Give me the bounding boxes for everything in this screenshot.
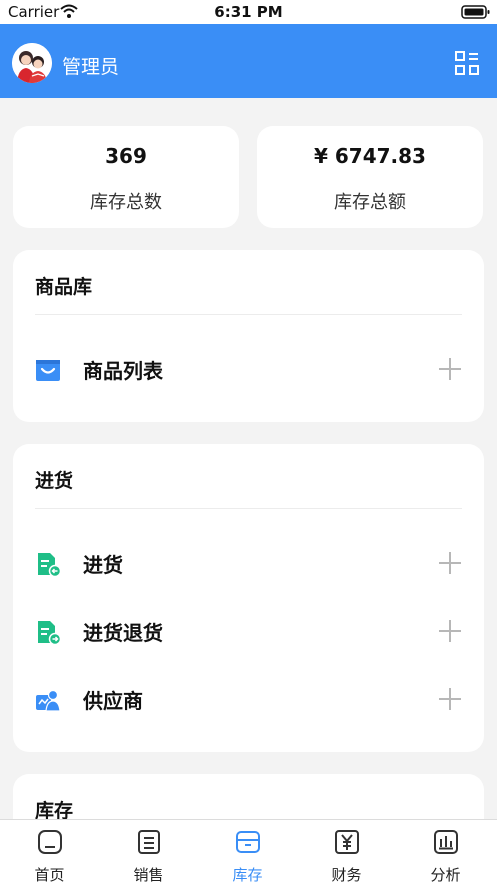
- inventory-box-icon: [236, 831, 260, 853]
- row-label: 进货退货: [83, 621, 163, 645]
- row-label: 供应商: [83, 689, 143, 713]
- tab-label: 销售: [133, 866, 164, 883]
- tab-finance[interactable]: 财务: [297, 820, 396, 883]
- plus-icon[interactable]: [438, 357, 462, 381]
- tab-label: 财务: [331, 866, 362, 883]
- divider: [35, 314, 462, 315]
- tab-label: 分析: [430, 866, 461, 883]
- avatar-image: [12, 43, 52, 83]
- app-header: 管理员: [0, 24, 497, 98]
- section-title: 进货: [35, 470, 74, 492]
- row-goods-list[interactable]: 商品列表: [13, 341, 484, 397]
- status-time: 6:31 PM: [214, 3, 283, 21]
- purchase-return-doc-icon: [38, 621, 61, 645]
- home-icon: [38, 830, 62, 854]
- stat-value: 369: [105, 144, 147, 168]
- row-label: 进货: [83, 553, 123, 577]
- stat-label: 库存总数: [90, 192, 162, 213]
- row-purchase-return[interactable]: 进货退货: [13, 603, 484, 659]
- plus-icon[interactable]: [438, 551, 462, 575]
- bar-chart-icon: [434, 830, 458, 854]
- grid-menu-icon[interactable]: [455, 51, 479, 75]
- tab-bar: 首页 销售 库存 财务 分析: [0, 819, 497, 883]
- tab-label: 库存: [232, 866, 263, 883]
- tab-analysis[interactable]: 分析: [396, 820, 495, 883]
- tab-inventory[interactable]: 库存: [198, 820, 297, 883]
- supplier-icon: [36, 689, 61, 712]
- status-bar: Carrier 6:31 PM: [0, 0, 497, 24]
- stat-value: ¥ 6747.83: [314, 144, 426, 168]
- sales-list-icon: [138, 830, 160, 854]
- row-supplier[interactable]: 供应商: [13, 671, 484, 727]
- purchase-doc-icon: [38, 553, 61, 577]
- row-label: 商品列表: [83, 359, 163, 383]
- page-title: 管理员: [62, 56, 120, 78]
- stat-card-total-count[interactable]: 369 库存总数: [13, 126, 239, 228]
- tab-sales[interactable]: 销售: [99, 820, 198, 883]
- battery-icon: [461, 5, 490, 19]
- stat-label: 库存总额: [334, 192, 406, 213]
- plus-icon[interactable]: [438, 687, 462, 711]
- stat-card-total-amount[interactable]: ¥ 6747.83 库存总额: [257, 126, 483, 228]
- avatar[interactable]: [12, 43, 52, 83]
- plus-icon[interactable]: [438, 619, 462, 643]
- divider: [35, 508, 462, 509]
- section-goods: 商品库 商品列表: [13, 250, 484, 422]
- shopping-bag-icon: [36, 360, 60, 381]
- section-title: 商品库: [35, 276, 93, 298]
- section-purchase: 进货 进货 进货退货 供应商: [13, 444, 484, 752]
- tab-home[interactable]: 首页: [0, 820, 99, 883]
- yen-finance-icon: [335, 830, 359, 854]
- tab-label: 首页: [34, 866, 65, 883]
- row-purchase[interactable]: 进货: [13, 535, 484, 591]
